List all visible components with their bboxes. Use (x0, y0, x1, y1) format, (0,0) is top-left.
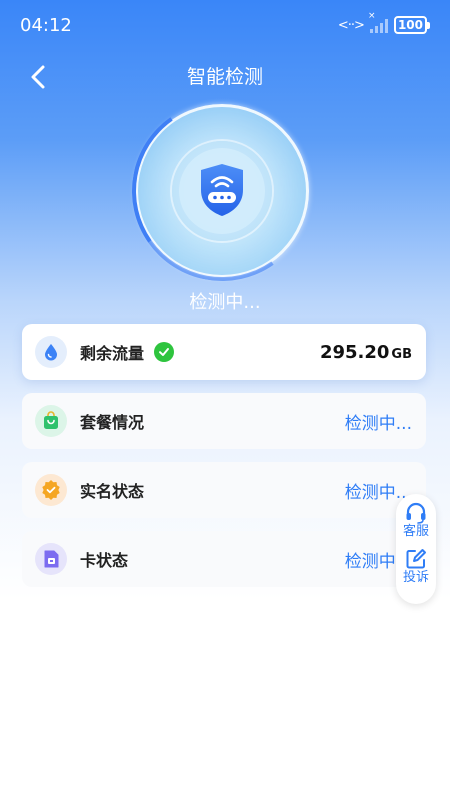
sim-status-label: 卡状态 (80, 551, 129, 570)
plan-status-label: 套餐情况 (80, 413, 145, 432)
page-title: 智能检测 (186, 66, 263, 88)
nav-bar: 智能检测 (0, 52, 450, 98)
remaining-data-value: 295.20 GB (320, 342, 412, 363)
realname-status-card[interactable]: 实名状态 检测中... (22, 462, 426, 518)
remaining-data-label: 剩余流量 (80, 344, 145, 363)
signal-icon: × (368, 11, 388, 33)
sim-status-card[interactable]: 卡状态 检测中... (22, 531, 426, 587)
edit-icon (406, 549, 426, 569)
shopping-bag-icon (35, 405, 67, 437)
floating-service-panel: 客服 投诉 (396, 494, 436, 604)
sim-card-icon (35, 543, 67, 575)
status-icons: <··> × 100 (337, 11, 430, 34)
scan-animation (117, 86, 327, 296)
wifi-shield-icon (201, 164, 243, 216)
check-icon (154, 342, 175, 362)
battery-icon: 100 (393, 16, 430, 34)
complaint-button[interactable]: 投诉 (403, 548, 429, 586)
status-time: 04:12 (20, 15, 72, 36)
remaining-data-unit: GB (391, 346, 412, 362)
status-bar: 04:12 <··> × 100 (0, 0, 450, 52)
plan-status-card[interactable]: 套餐情况 检测中... (22, 393, 426, 449)
complaint-label: 投诉 (402, 570, 429, 585)
network-activity-icon: <··> (337, 17, 365, 33)
realname-status-label: 实名状态 (80, 482, 145, 501)
customer-service-button[interactable]: 客服 (403, 502, 429, 540)
verified-badge-icon (35, 474, 67, 506)
plan-status-value: 检测中... (344, 413, 412, 434)
water-drop-icon (35, 336, 67, 368)
remaining-data-card[interactable]: 剩余流量 295.20 GB (22, 324, 426, 380)
battery-level: 100 (393, 16, 427, 34)
headset-icon (406, 502, 426, 524)
remaining-data-amount: 295.20 (319, 341, 390, 363)
customer-service-label: 客服 (402, 524, 429, 539)
scan-status-text: 检测中... (189, 292, 261, 313)
